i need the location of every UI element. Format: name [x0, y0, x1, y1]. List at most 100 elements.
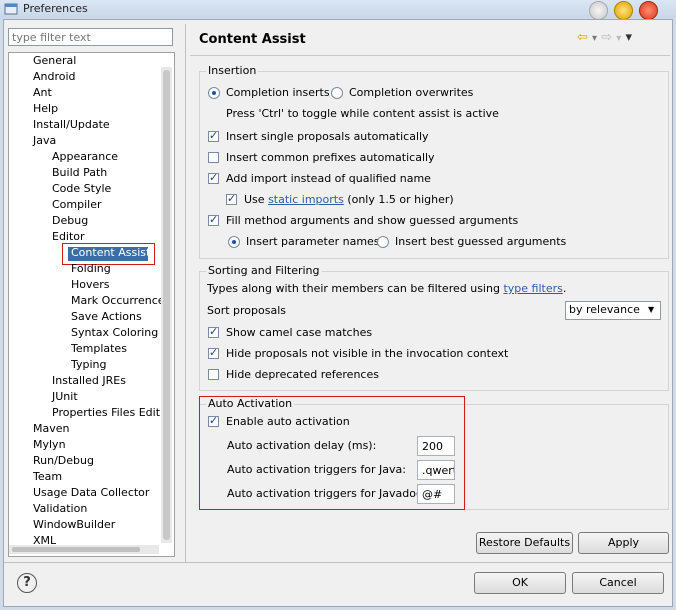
insertion-group	[199, 71, 669, 259]
java-triggers-label: Auto activation triggers for Java:	[227, 463, 406, 476]
tree-item-templates[interactable]: Templates	[71, 342, 127, 355]
preferences-app-icon	[4, 3, 18, 15]
title-bar	[0, 0, 676, 18]
static-imports-link[interactable]: static imports	[268, 193, 344, 206]
type-filters-link[interactable]: type filters	[503, 282, 562, 295]
back-menu-chevron-icon[interactable]: ▾	[592, 33, 597, 44]
back-arrow-icon[interactable]: ⇦	[577, 30, 588, 45]
tree-item-java[interactable]: Java	[33, 134, 56, 147]
tree-item-maven[interactable]: Maven	[33, 422, 69, 435]
tree-item-run-debug[interactable]: Run/Debug	[33, 454, 94, 467]
hide-not-visible-checkbox[interactable]	[208, 346, 219, 359]
hide-deprecated-checkbox[interactable]	[208, 369, 219, 380]
tree-item-editor[interactable]: Editor	[52, 230, 85, 243]
static-imports-suffix: (only 1.5 or higher)	[347, 193, 454, 206]
tree-item-save-actions[interactable]: Save Actions	[71, 310, 142, 323]
tree-item-usage-data-collector[interactable]: Usage Data Collector	[33, 486, 149, 499]
help-icon[interactable]: ?	[17, 573, 37, 593]
completion-inserts-radio[interactable]	[208, 87, 220, 99]
view-menu-icon[interactable]: ▾	[625, 30, 632, 45]
footer-separator	[4, 562, 672, 563]
tree-item-android[interactable]: Android	[33, 70, 76, 83]
camel-case-checkbox[interactable]	[208, 325, 219, 338]
tree-item-help[interactable]: Help	[33, 102, 58, 115]
tree-item-junit[interactable]: JUnit	[52, 390, 78, 403]
fill-method-arguments-label[interactable]: Fill method arguments and show guessed a…	[226, 214, 518, 227]
type-filters-text: Types along with their members can be fi…	[207, 282, 500, 295]
tree-item-debug[interactable]: Debug	[52, 214, 88, 227]
camel-case-label[interactable]: Show camel case matches	[226, 326, 372, 339]
javadoc-triggers-label: Auto activation triggers for Javadoc:	[227, 487, 426, 500]
auto-activation-delay-field[interactable]: 200	[417, 436, 455, 456]
insert-parameter-names-radio[interactable]	[228, 236, 240, 248]
use-static-imports-row: Use static imports (only 1.5 or higher)	[244, 193, 454, 206]
tree-item-installed-jres[interactable]: Installed JREs	[52, 374, 126, 387]
enable-auto-activation-checkbox[interactable]	[208, 414, 219, 427]
insert-common-prefixes-checkbox[interactable]	[208, 152, 219, 163]
insert-common-prefixes-label[interactable]: Insert common prefixes automatically	[226, 151, 435, 164]
use-label[interactable]: Use	[244, 193, 265, 206]
completion-overwrites-label[interactable]: Completion overwrites	[349, 86, 473, 99]
sort-proposals-label: Sort proposals	[207, 304, 287, 317]
tree-item-install-update[interactable]: Install/Update	[33, 118, 110, 131]
tree-horizontal-scroll-thumb[interactable]	[12, 547, 140, 552]
tree-item-team[interactable]: Team	[33, 470, 62, 483]
tree-item-hovers[interactable]: Hovers	[71, 278, 110, 291]
tree-item-typing[interactable]: Typing	[71, 358, 107, 371]
add-import-checkbox[interactable]	[208, 171, 219, 184]
tree-item-content-assist[interactable]: Content Assist	[71, 246, 150, 259]
tree-vertical-scroll-thumb[interactable]	[163, 70, 170, 540]
page-title: Content Assist	[199, 32, 306, 47]
sorting-filtering-group-label: Sorting and Filtering	[206, 264, 322, 277]
use-static-imports-checkbox[interactable]	[226, 192, 237, 205]
tree-item-compiler[interactable]: Compiler	[52, 198, 102, 211]
fill-method-arguments-checkbox[interactable]	[208, 213, 219, 226]
page-nav-icons: ⇦ ▾ ⇨ ▾ ▾	[577, 30, 632, 45]
filter-input[interactable]	[8, 28, 173, 46]
forward-menu-chevron-icon[interactable]: ▾	[616, 33, 621, 44]
close-button[interactable]	[639, 1, 658, 20]
pane-divider[interactable]	[185, 24, 186, 562]
header-separator	[190, 55, 670, 56]
type-filters-row: Types along with their members can be fi…	[207, 282, 566, 295]
hide-not-visible-label[interactable]: Hide proposals not visible in the invoca…	[226, 347, 508, 360]
dropdown-arrow-icon[interactable]: ▼	[648, 305, 654, 314]
add-import-label[interactable]: Add import instead of qualified name	[226, 172, 431, 185]
auto-activation-group-label: Auto Activation	[206, 397, 295, 410]
apply-button[interactable]: Apply	[578, 532, 669, 554]
completion-inserts-label[interactable]: Completion inserts	[226, 86, 330, 99]
tree-item-ant[interactable]: Ant	[33, 86, 52, 99]
insert-best-guessed-label[interactable]: Insert best guessed arguments	[395, 235, 566, 248]
insert-best-guessed-radio[interactable]	[377, 236, 389, 248]
completion-overwrites-radio[interactable]	[331, 87, 343, 99]
auto-activation-delay-label: Auto activation delay (ms):	[227, 439, 377, 452]
tree-item-xml[interactable]: XML	[33, 534, 56, 544]
tree-item-properties-files-editor[interactable]: Properties Files Edito	[52, 406, 160, 419]
tree-item-code-style[interactable]: Code Style	[52, 182, 111, 195]
insert-single-proposals-label[interactable]: Insert single proposals automatically	[226, 130, 429, 143]
toggle-hint-text: Press 'Ctrl' to toggle while content ass…	[226, 107, 499, 120]
tree-item-general[interactable]: General	[33, 54, 76, 67]
forward-arrow-icon[interactable]: ⇨	[601, 30, 612, 45]
tree-item-appearance[interactable]: Appearance	[52, 150, 118, 163]
insert-parameter-names-label[interactable]: Insert parameter names	[246, 235, 380, 248]
tree-item-mark-occurrences[interactable]: Mark Occurrences	[71, 294, 161, 307]
javadoc-triggers-field[interactable]: @#	[417, 484, 455, 504]
ok-button[interactable]: OK	[474, 572, 566, 594]
tree-item-folding[interactable]: Folding	[71, 262, 111, 275]
tree-item-syntax-coloring[interactable]: Syntax Coloring	[71, 326, 158, 339]
minimize-button[interactable]	[589, 1, 608, 20]
cancel-button[interactable]: Cancel	[572, 572, 664, 594]
tree-item-mylyn[interactable]: Mylyn	[33, 438, 66, 451]
window-title: Preferences	[23, 2, 88, 15]
tree-item-windowbuilder[interactable]: WindowBuilder	[33, 518, 115, 531]
java-triggers-field[interactable]: .qwert	[417, 460, 455, 480]
tree-item-build-path[interactable]: Build Path	[52, 166, 107, 179]
tree-item-validation[interactable]: Validation	[33, 502, 87, 515]
insert-single-proposals-checkbox[interactable]	[208, 129, 219, 142]
enable-auto-activation-label[interactable]: Enable auto activation	[226, 415, 350, 428]
maximize-button[interactable]	[614, 1, 633, 20]
sort-proposals-select[interactable]: by relevance	[565, 301, 661, 320]
restore-defaults-button[interactable]: Restore Defaults	[476, 532, 573, 554]
hide-deprecated-label[interactable]: Hide deprecated references	[226, 368, 379, 381]
